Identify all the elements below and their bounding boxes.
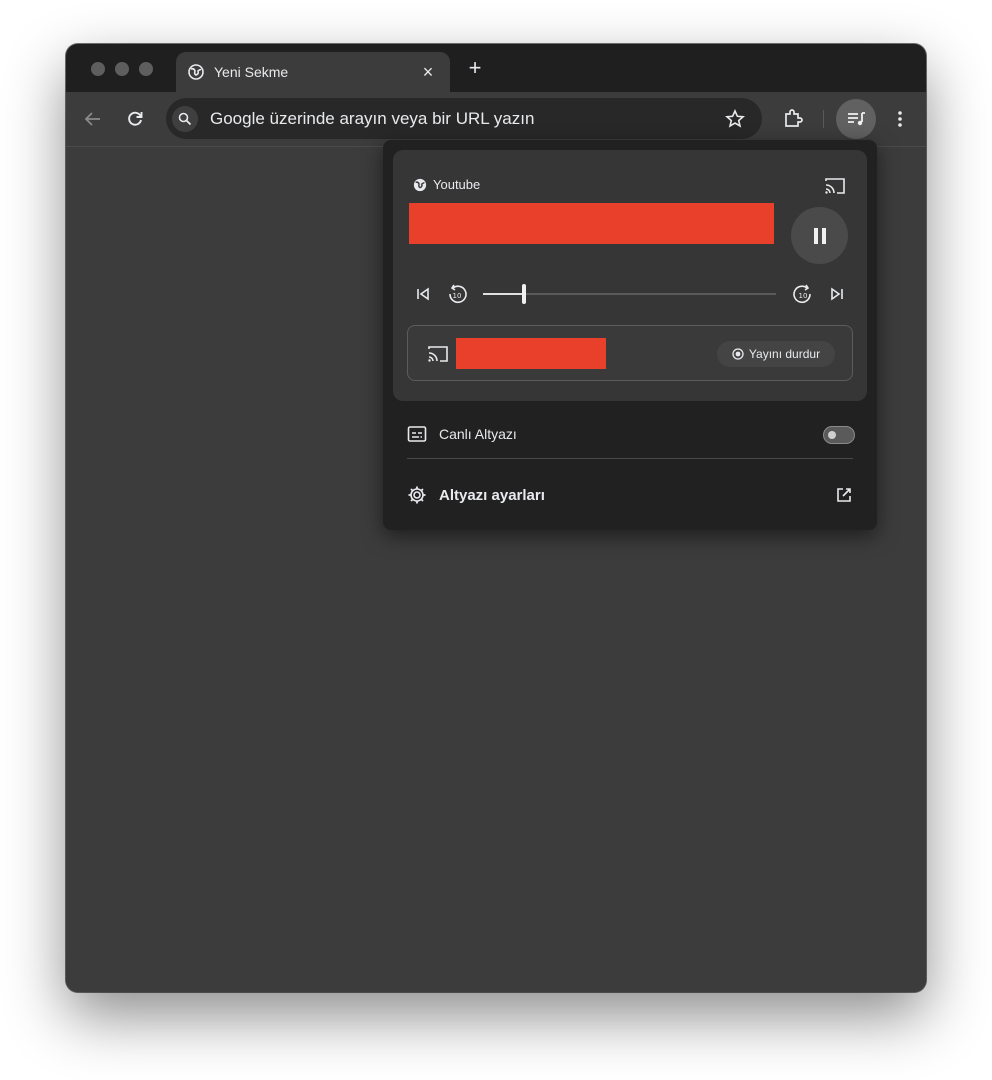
cast-icon[interactable]	[823, 174, 847, 198]
media-card: Youtube 10 10 Yayını durdur	[393, 150, 867, 401]
media-source-label: Youtube	[433, 177, 481, 192]
stop-casting-button[interactable]: Yayını durdur	[717, 341, 835, 367]
progress-thumb[interactable]	[522, 284, 527, 304]
globe-icon	[188, 64, 204, 80]
new-tab-button[interactable]: +	[464, 56, 486, 80]
cast-device-row: Yayını durdur	[407, 325, 853, 381]
extensions-puzzle-icon[interactable]	[780, 106, 806, 132]
minimize-window-button[interactable]	[115, 62, 129, 76]
live-caption-label: Canlı Altyazı	[439, 426, 517, 442]
address-bar[interactable]: Google üzerinde arayın veya bir URL yazı…	[166, 98, 762, 139]
previous-track-icon[interactable]	[411, 282, 435, 306]
progress-fill	[483, 293, 525, 295]
toolbar-separator	[823, 110, 824, 128]
live-caption-toggle[interactable]	[823, 426, 855, 444]
toggle-knob	[828, 431, 836, 439]
divider	[407, 458, 853, 459]
stop-record-icon	[732, 348, 744, 360]
media-controls-button[interactable]	[836, 99, 876, 139]
close-window-button[interactable]	[91, 62, 105, 76]
more-menu-icon[interactable]	[888, 106, 912, 132]
back-arrow-icon[interactable]	[80, 106, 106, 132]
tab-title: Yeni Sekme	[214, 64, 289, 80]
next-track-icon[interactable]	[825, 282, 849, 306]
reload-icon[interactable]	[122, 106, 148, 132]
caption-settings-row[interactable]: Altyazı ayarları	[407, 483, 855, 507]
globe-icon	[413, 178, 427, 191]
close-tab-icon[interactable]: ×	[418, 62, 438, 82]
pause-icon	[813, 227, 826, 244]
search-icon	[172, 105, 198, 132]
toolbar: Google üzerinde arayın veya bir URL yazı…	[66, 92, 926, 147]
maximize-window-button[interactable]	[139, 62, 153, 76]
cast-icon	[426, 342, 450, 366]
media-source: Youtube	[413, 177, 480, 192]
cast-device-name-redacted	[456, 338, 606, 369]
gear-icon	[408, 486, 426, 504]
closed-caption-icon	[407, 426, 427, 442]
bookmark-star-icon[interactable]	[722, 106, 748, 132]
svg-text:10: 10	[799, 292, 808, 300]
address-input[interactable]: Google üzerinde arayın veya bir URL yazı…	[210, 109, 722, 129]
rewind-10-icon[interactable]: 10	[445, 282, 469, 306]
media-title-redacted	[409, 203, 774, 244]
media-popup: Youtube 10 10 Yayını durdur Canlı Altyaz…	[383, 140, 877, 530]
live-caption-row[interactable]: Canlı Altyazı	[407, 422, 855, 446]
stop-casting-label: Yayını durdur	[748, 347, 821, 361]
tab-new-tab[interactable]: Yeni Sekme ×	[176, 52, 450, 92]
svg-text:10: 10	[453, 292, 462, 300]
progress-slider[interactable]	[483, 284, 776, 304]
caption-settings-label: Altyazı ayarları	[439, 486, 545, 504]
pause-button[interactable]	[791, 207, 848, 264]
title-bar: Yeni Sekme × +	[66, 44, 926, 92]
forward-10-icon[interactable]: 10	[791, 282, 815, 306]
open-external-icon[interactable]	[833, 484, 855, 506]
